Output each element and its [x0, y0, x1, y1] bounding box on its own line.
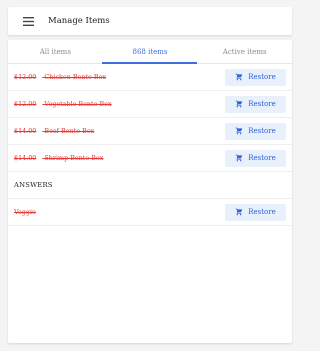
- restore-button[interactable]: Restore: [225, 68, 286, 86]
- item-price: $14.00: [14, 154, 37, 162]
- item-price: $12.00: [14, 73, 37, 81]
- item-name: Vegetable Bento Box: [44, 100, 112, 108]
- item-label: $14.00 Beef Bento Box: [14, 127, 94, 135]
- item-label: $12.00 Chicken Bento Box: [14, 73, 106, 81]
- item-label: $14.00 Shrimp Bento Box: [14, 154, 103, 162]
- page-title: Manage Items: [48, 16, 110, 26]
- tab-all-items[interactable]: All items: [8, 40, 103, 63]
- restore-button[interactable]: Restore: [225, 203, 286, 221]
- tab-active-items[interactable]: Active items: [197, 40, 292, 63]
- section-label: ANSWERS: [14, 181, 53, 189]
- cart-icon: [235, 154, 243, 162]
- item-name: Beef Bento Box: [44, 127, 95, 135]
- cart-icon: [235, 73, 243, 81]
- tab-deleted-items[interactable]: 868 items: [103, 40, 198, 63]
- item-price: $12.00: [14, 100, 37, 108]
- restore-label: Restore: [248, 208, 276, 216]
- list-item: Veggie Restore: [8, 199, 292, 226]
- cart-icon: [235, 100, 243, 108]
- list-item: $14.00 Shrimp Bento Box Restore: [8, 145, 292, 172]
- restore-label: Restore: [248, 73, 276, 81]
- item-name: Veggie: [14, 208, 36, 216]
- items-panel: All items 868 items Active items $12.00 …: [8, 40, 292, 343]
- cart-icon: [235, 208, 243, 216]
- item-label: Veggie: [14, 208, 36, 216]
- item-name: Chicken Bento Box: [44, 73, 107, 81]
- tab-bar: All items 868 items Active items: [8, 40, 292, 64]
- item-price: $14.00: [14, 127, 37, 135]
- item-label: $12.00 Vegetable Bento Box: [14, 100, 112, 108]
- restore-label: Restore: [248, 154, 276, 162]
- restore-label: Restore: [248, 127, 276, 135]
- restore-button[interactable]: Restore: [225, 149, 286, 167]
- list-item: $12.00 Vegetable Bento Box Restore: [8, 91, 292, 118]
- deleted-items-list: $12.00 Chicken Bento Box Restore $12.00 …: [8, 64, 292, 226]
- app-header: Manage Items: [8, 7, 292, 35]
- cart-icon: [235, 127, 243, 135]
- list-item: $14.00 Beef Bento Box Restore: [8, 118, 292, 145]
- restore-button[interactable]: Restore: [225, 122, 286, 140]
- restore-button[interactable]: Restore: [225, 95, 286, 113]
- item-name: Shrimp Bento Box: [44, 154, 104, 162]
- list-item: $12.00 Chicken Bento Box Restore: [8, 64, 292, 91]
- restore-label: Restore: [248, 100, 276, 108]
- hamburger-menu-icon[interactable]: [14, 7, 42, 35]
- section-header-answers: ANSWERS: [8, 172, 292, 199]
- active-tab-indicator: [102, 62, 197, 64]
